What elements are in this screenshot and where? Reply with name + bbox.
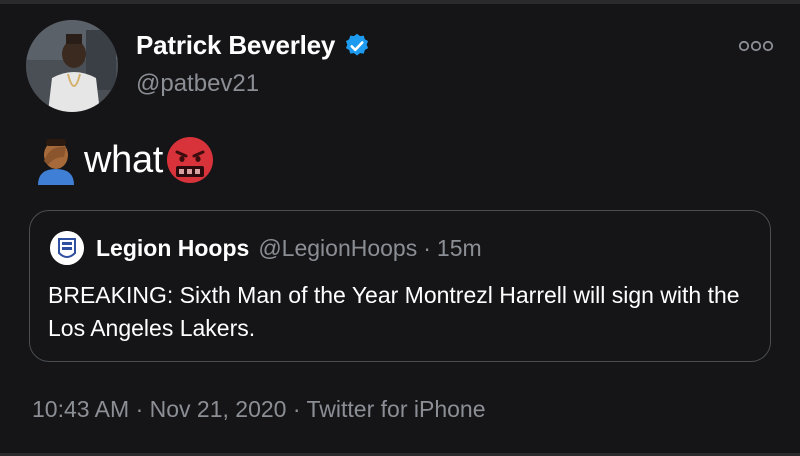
- tweet-date[interactable]: Nov 21, 2020: [150, 396, 287, 422]
- tweet-text: what: [84, 138, 164, 181]
- author-avatar[interactable]: [26, 20, 118, 112]
- tweet-time[interactable]: 10:43 AM: [32, 396, 129, 422]
- quoted-tweet-text: BREAKING: Sixth Man of the Year Montrezl…: [48, 282, 740, 341]
- verified-badge-icon: [343, 32, 371, 60]
- quoted-tweet-header: Legion Hoops @LegionHoops · 15m: [50, 231, 482, 265]
- top-divider: [0, 0, 800, 4]
- tweet-source[interactable]: Twitter for iPhone: [307, 396, 486, 422]
- author-handle[interactable]: @patbev21: [136, 70, 259, 98]
- more-options-button[interactable]: [736, 36, 776, 56]
- tweet-body: what: [34, 135, 215, 185]
- quoted-tweet-card[interactable]: Legion Hoops @LegionHoops · 15m BREAKING…: [29, 210, 771, 362]
- author-name[interactable]: Patrick Beverley: [136, 30, 371, 61]
- quoted-tweet-time[interactable]: 15m: [437, 235, 482, 262]
- author-name-text[interactable]: Patrick Beverley: [136, 30, 335, 61]
- separator-dot: ·: [292, 396, 301, 422]
- quoted-author-handle[interactable]: @LegionHoops: [258, 235, 417, 262]
- face-with-symbols-on-mouth-icon: [167, 137, 214, 183]
- quoted-author-avatar[interactable]: [50, 231, 84, 265]
- quoted-author-name[interactable]: Legion Hoops: [96, 235, 249, 262]
- separator-dot: ·: [135, 396, 144, 422]
- separator-dot: ·: [423, 234, 431, 261]
- person-facepalming-icon: [38, 139, 74, 185]
- more-horizontal-icon: [738, 40, 774, 52]
- tweet-metadata: 10:43 AM · Nov 21, 2020 · Twitter for iP…: [32, 396, 485, 423]
